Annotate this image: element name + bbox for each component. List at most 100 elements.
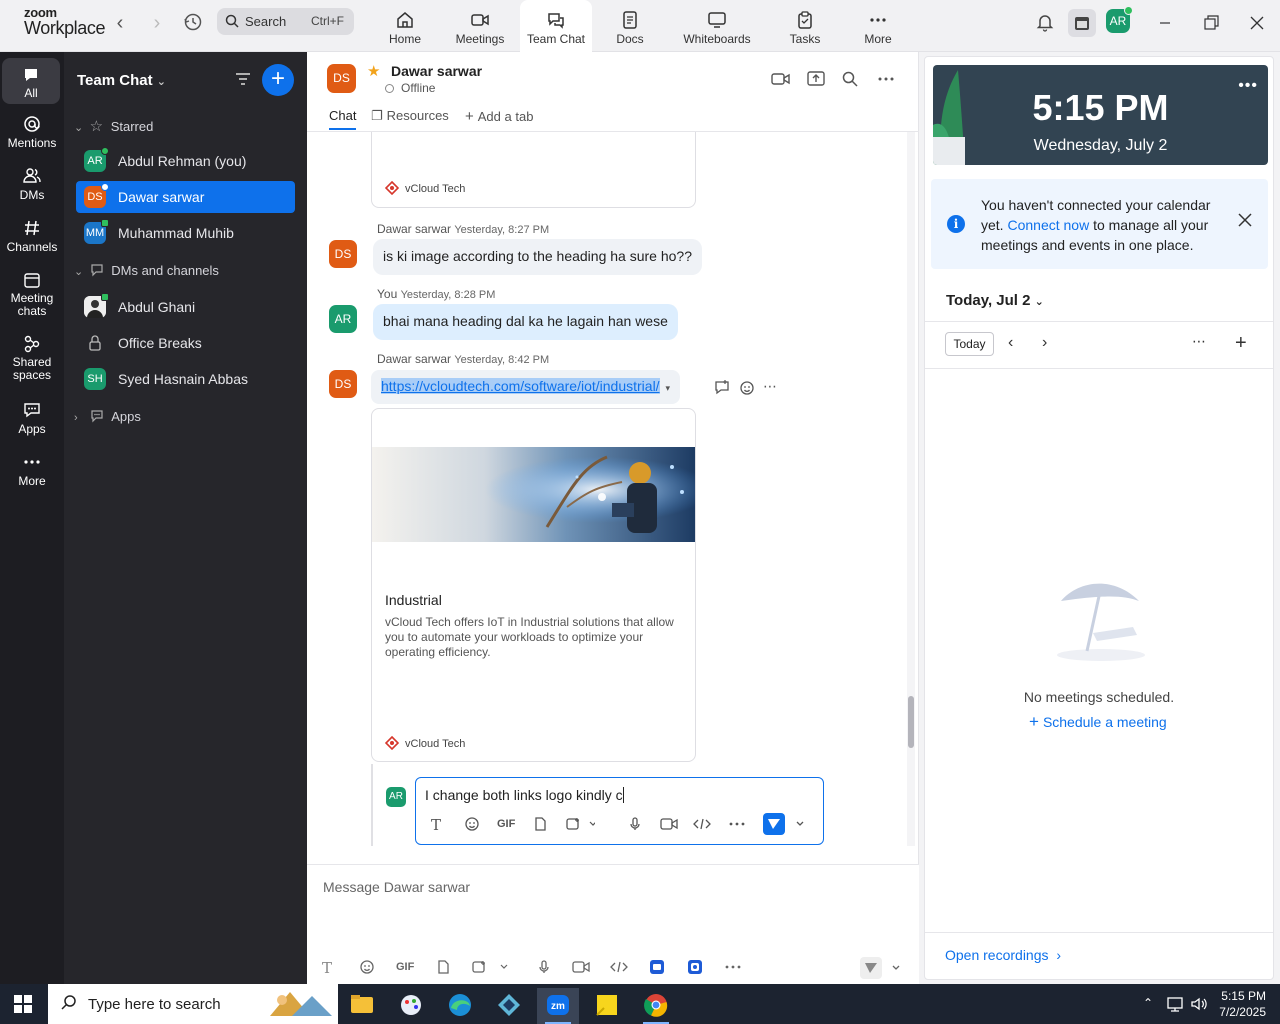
windows-start-icon[interactable]: [14, 995, 32, 1016]
rail-more[interactable]: More: [0, 452, 64, 488]
paint-app-icon[interactable]: [390, 988, 432, 1024]
user-avatar[interactable]: AR: [1106, 6, 1133, 33]
file-explorer-icon[interactable]: [341, 988, 383, 1024]
tab-chat[interactable]: Chat: [329, 108, 357, 130]
minimize-icon[interactable]: [1154, 12, 1178, 36]
network-icon[interactable]: [1166, 995, 1184, 1016]
sidebar-item-abdul-rehman[interactable]: AR Abdul Rehman (you): [76, 145, 295, 177]
link-preview-card[interactable]: vCloud Tech: [371, 132, 696, 208]
rail-all[interactable]: All: [2, 58, 60, 104]
app-integration-icon[interactable]: [649, 959, 665, 977]
chevron-down-icon[interactable]: [794, 817, 806, 835]
rail-channels[interactable]: Channels: [0, 218, 64, 254]
close-window-icon[interactable]: [1246, 12, 1270, 36]
close-icon[interactable]: [1238, 213, 1252, 230]
section-starred[interactable]: ⌄ ☆ Starred: [74, 117, 153, 139]
microphone-icon[interactable]: [536, 959, 552, 977]
video-message-icon[interactable]: [660, 816, 678, 834]
rail-dms[interactable]: DMs: [0, 166, 64, 202]
back-arrow-icon[interactable]: ‹: [108, 12, 132, 36]
message-more-icon[interactable]: ⋯: [763, 378, 777, 395]
bell-icon[interactable]: [1035, 12, 1059, 36]
day-heading[interactable]: Today, Jul 2 ⌄: [946, 292, 1044, 309]
avatar[interactable]: AR: [329, 305, 357, 333]
screenshot-icon[interactable]: [471, 959, 511, 977]
sticky-notes-icon[interactable]: [586, 988, 628, 1024]
code-snippet-icon[interactable]: [693, 816, 711, 834]
open-recordings-link[interactable]: Open recordings ›: [945, 947, 1061, 963]
chevron-up-icon[interactable]: ⌃: [1143, 996, 1153, 1010]
contact-name[interactable]: Dawar sarwar: [391, 63, 482, 79]
chat-scrollbar[interactable]: [907, 132, 915, 846]
compose-placeholder[interactable]: Message Dawar sarwar: [323, 879, 470, 895]
edge-browser-icon[interactable]: [439, 988, 481, 1024]
add-meeting-icon[interactable]: +: [1235, 332, 1247, 355]
link-preview-card[interactable]: Industrial vCloud Tech offers IoT in Ind…: [371, 408, 696, 762]
tab-resources[interactable]: ❐ Resources: [371, 108, 449, 124]
more-dots-icon[interactable]: [724, 959, 742, 977]
tab-docs[interactable]: Docs: [594, 0, 666, 52]
today-button[interactable]: Today: [945, 332, 994, 356]
sidebar-item-dawar-sarwar[interactable]: DS Dawar sarwar: [76, 181, 295, 213]
more-dots-icon[interactable]: [728, 816, 746, 834]
emoji-reaction-icon[interactable]: [738, 378, 756, 399]
sidebar-item-abdul-ghani[interactable]: Abdul Ghani: [76, 291, 295, 323]
video-call-icon[interactable]: [771, 70, 791, 91]
avatar[interactable]: DS: [329, 240, 357, 268]
share-screen-icon[interactable]: [806, 70, 826, 91]
history-icon[interactable]: [182, 11, 206, 35]
tab-whiteboards[interactable]: Whiteboards: [673, 0, 761, 52]
filter-icon[interactable]: [234, 70, 252, 91]
tab-add[interactable]: + Add a tab: [465, 108, 533, 125]
link-message-bubble[interactable]: https://vcloudtech.com/software/iot/indu…: [371, 370, 680, 404]
avatar[interactable]: DS: [329, 370, 357, 398]
more-options-icon[interactable]: ⋯: [1192, 333, 1206, 350]
message-link[interactable]: https://vcloudtech.com/software/iot/indu…: [381, 378, 660, 394]
sidebar-title[interactable]: Team Chat ⌄: [77, 72, 166, 89]
text-format-icon[interactable]: T: [431, 816, 441, 834]
section-apps[interactable]: › Apps: [74, 409, 141, 431]
chrome-browser-icon[interactable]: [635, 988, 677, 1024]
volume-icon[interactable]: [1190, 995, 1208, 1016]
tab-meetings[interactable]: Meetings: [444, 0, 516, 52]
microphone-icon[interactable]: [627, 816, 643, 834]
rail-apps[interactable]: Apps: [0, 400, 64, 436]
next-day-icon[interactable]: ›: [1042, 334, 1047, 352]
rail-mentions[interactable]: Mentions: [0, 114, 64, 150]
code-snippet-icon[interactable]: [610, 959, 628, 977]
new-chat-button[interactable]: +: [262, 64, 294, 96]
file-icon[interactable]: [435, 959, 451, 977]
search-bar[interactable]: Search Ctrl+F: [217, 8, 354, 35]
message-bubble[interactable]: bhai mana heading dal ka he lagain han w…: [373, 304, 678, 340]
sidebar-item-syed-hasnain-abbas[interactable]: SH Syed Hasnain Abbas: [76, 363, 295, 395]
gif-button[interactable]: GIF: [497, 818, 515, 836]
restore-icon[interactable]: [1200, 12, 1224, 36]
schedule-meeting-link[interactable]: + Schedule a meeting: [1029, 712, 1167, 732]
more-options-icon[interactable]: •••: [1238, 77, 1258, 95]
system-clock[interactable]: 5:15 PM 7/2/2025: [1219, 988, 1266, 1020]
message-bubble[interactable]: is ki image according to the heading ha …: [373, 239, 702, 275]
calendar-app-icon[interactable]: [1068, 9, 1096, 37]
compose-area[interactable]: Message Dawar sarwar T GIF: [307, 864, 919, 984]
app-icon[interactable]: [488, 988, 530, 1024]
chevron-down-icon[interactable]: [890, 961, 902, 979]
file-icon[interactable]: [532, 816, 548, 834]
rail-shared-spaces[interactable]: Shared spaces: [0, 334, 64, 382]
text-format-icon[interactable]: T: [322, 959, 332, 977]
gif-button[interactable]: GIF: [396, 961, 414, 979]
tab-home[interactable]: Home: [369, 0, 441, 52]
send-button[interactable]: [763, 813, 785, 835]
emoji-icon[interactable]: [359, 959, 375, 977]
search-icon[interactable]: [841, 70, 859, 91]
more-options-icon[interactable]: [877, 70, 895, 91]
star-filled-icon[interactable]: ★: [367, 62, 380, 80]
reply-icon[interactable]: [713, 378, 731, 399]
previous-day-icon[interactable]: ‹: [1008, 334, 1013, 352]
video-message-icon[interactable]: [572, 959, 590, 977]
rail-meeting-chats[interactable]: Meeting chats: [0, 270, 64, 318]
connect-now-link[interactable]: Connect now: [1007, 217, 1089, 233]
zoom-app-icon[interactable]: zm: [537, 988, 579, 1024]
app-integration-icon[interactable]: [687, 959, 703, 977]
tab-tasks[interactable]: Tasks: [769, 0, 841, 52]
tab-more[interactable]: More: [842, 0, 914, 52]
